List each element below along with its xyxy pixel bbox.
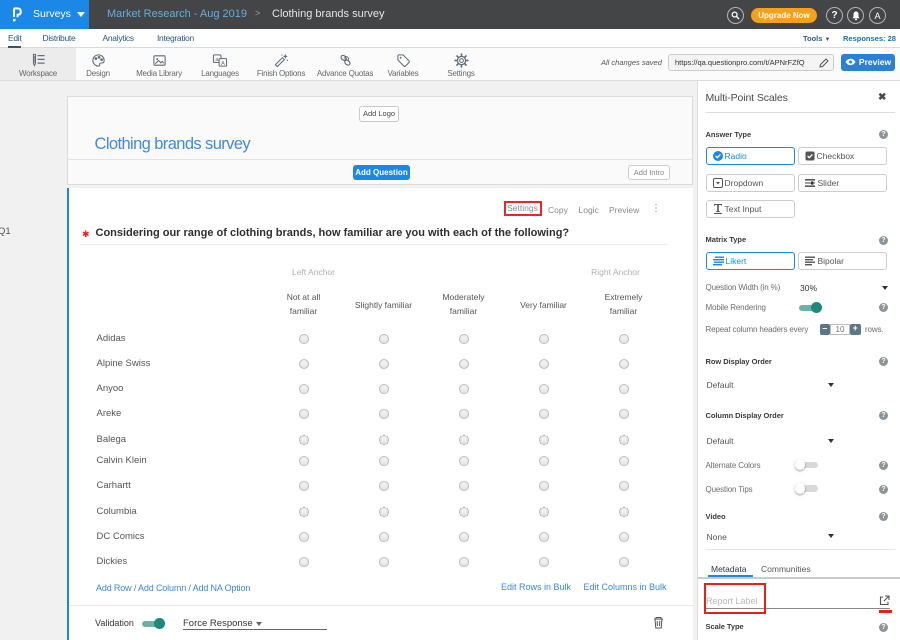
svg-text:A: A — [221, 61, 225, 67]
